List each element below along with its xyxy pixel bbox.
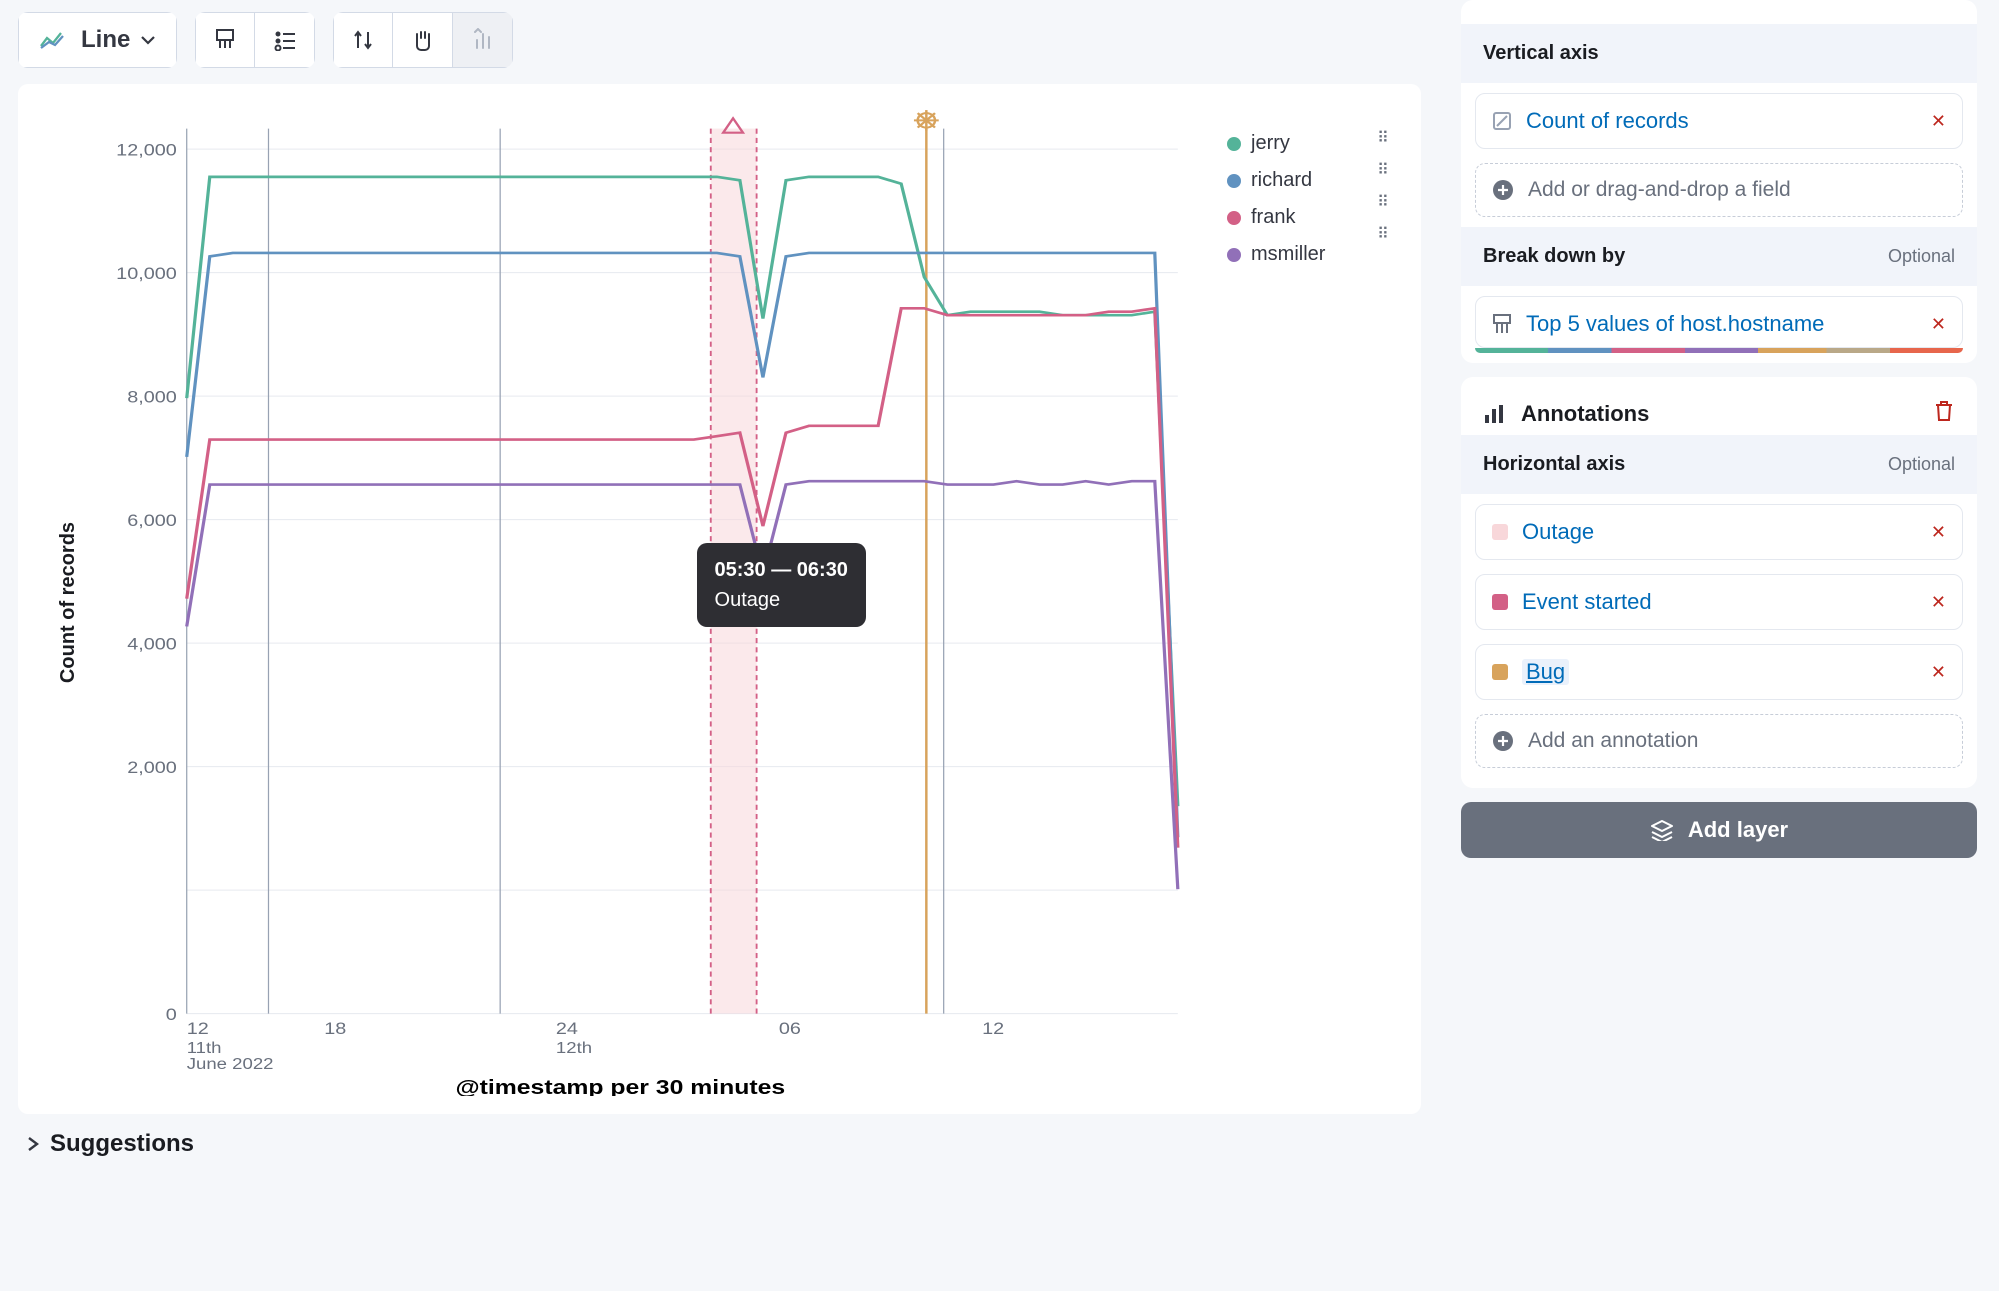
svg-text:11th: 11th [187,1039,222,1056]
remove-icon[interactable]: ✕ [1931,592,1946,613]
brush-icon [214,27,236,53]
vertical-axis-header: Vertical axis [1461,24,1977,83]
svg-text:12th: 12th [556,1039,592,1056]
legend-item[interactable]: msmiller [1227,243,1361,266]
svg-text:12: 12 [982,1020,1004,1038]
annotation-color-swatch [1492,524,1508,540]
annotations-axis-header: Horizontal axis Optional [1461,435,1977,494]
sort-icon [351,28,375,52]
color-mode-button[interactable] [195,12,255,68]
svg-text:12: 12 [187,1020,209,1038]
svg-text:0: 0 [166,1005,177,1023]
line-chart-icon [39,28,71,52]
string-field-icon [1492,313,1512,335]
svg-text:10,000: 10,000 [116,264,177,282]
chart-type-selector[interactable]: Line [18,12,177,68]
axis-settings-button[interactable] [255,12,315,68]
add-annotation-button[interactable]: Add an annotation [1475,714,1963,768]
tooltip-body: Outage [715,585,848,615]
svg-text:6,000: 6,000 [127,511,177,529]
density-icon [471,28,495,52]
tooltip-title: 05:30 — 06:30 [715,555,848,585]
add-layer-button[interactable]: Add layer [1461,802,1977,858]
chart-tooltip: 05:30 — 06:30 Outage [697,543,866,627]
suggestions-toggle[interactable]: Suggestions [18,1130,1421,1158]
list-sliders-icon [273,29,297,51]
svg-text:12,000: 12,000 [116,141,177,159]
remove-icon[interactable]: ✕ [1931,522,1946,543]
delete-layer-button[interactable] [1933,399,1955,429]
layers-icon [1650,819,1674,841]
config-side-panel: Vertical axis Count of records ✕ Add or … [1439,0,1999,1291]
trash-icon [1933,399,1955,423]
chart-type-label: Line [81,26,130,54]
annotation-item-event[interactable]: Event started ✕ [1475,574,1963,630]
breakdown-field[interactable]: Top 5 values of host.hostname ✕ [1475,296,1963,348]
svg-text:06: 06 [779,1020,801,1038]
density-button-disabled [453,12,513,68]
svg-text:2,000: 2,000 [127,758,177,776]
chart-legend: jerry richard frank msmiller [1215,108,1365,1096]
sort-button[interactable] [333,12,393,68]
chart-toolbar: Line [18,12,1421,68]
annotation-item-outage[interactable]: Outage ✕ [1475,504,1963,560]
grab-icon [409,28,437,52]
svg-text:8,000: 8,000 [127,388,177,406]
legend-item[interactable]: richard [1227,169,1361,192]
breakdown-header: Break down by Optional [1461,227,1977,286]
annotation-color-swatch [1492,594,1508,610]
panel-drag-handles[interactable]: ⠿⠿⠿⠿ [1365,108,1401,1096]
chart-plot-area[interactable]: 12,000 10,000 8,000 6,000 4,000 2,000 0 [100,108,1215,1096]
chart-panel: Count of records 12,000 10,000 8,000 6,0… [18,84,1421,1114]
empty-metric-icon [1492,111,1512,131]
svg-text:24: 24 [556,1020,578,1038]
plus-circle-icon [1492,730,1514,752]
annotations-icon [1483,403,1507,425]
legend-item[interactable]: frank [1227,206,1361,229]
add-field-dropzone[interactable]: Add or drag-and-drop a field [1475,163,1963,217]
y-axis-label: Count of records [58,521,81,682]
svg-text:June 2022: June 2022 [187,1056,274,1073]
chevron-right-icon [26,1136,40,1152]
vertical-axis-metric[interactable]: Count of records ✕ [1475,93,1963,149]
svg-text:4,000: 4,000 [127,635,177,653]
remove-icon[interactable]: ✕ [1931,314,1946,335]
annotation-color-swatch [1492,664,1508,680]
chevron-down-icon [140,35,156,45]
remove-icon[interactable]: ✕ [1931,111,1946,132]
svg-text:@timestamp per 30 minutes: @timestamp per 30 minutes [455,1075,785,1096]
svg-text:18: 18 [324,1020,346,1038]
palette-preview [1475,348,1963,353]
annotations-header: Annotations [1461,377,1977,435]
legend-item[interactable]: jerry [1227,132,1361,155]
annotation-item-bug[interactable]: Bug ✕ [1475,644,1963,700]
drag-button[interactable] [393,12,453,68]
remove-icon[interactable]: ✕ [1931,662,1946,683]
plus-circle-icon [1492,179,1514,201]
